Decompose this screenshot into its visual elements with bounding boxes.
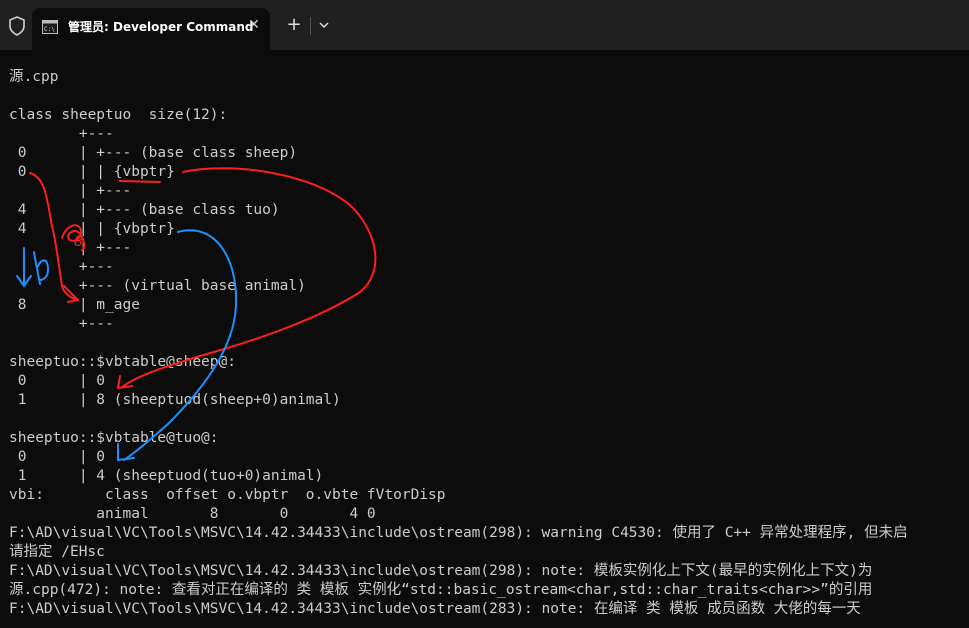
- console-line: class sheeptuo size(12):: [9, 107, 228, 123]
- console-line: 4 | +--- (base class tuo): [9, 202, 280, 218]
- console-line: +---: [9, 316, 114, 332]
- console-line: 0 | | {vbptr}: [9, 164, 175, 180]
- console-line: 0 | +--- (base class sheep): [9, 145, 298, 161]
- console-line: 0 | 0: [9, 449, 106, 465]
- console-line: | +---: [9, 183, 132, 199]
- console-line: F:\AD\visual\VC\Tools\MSVC\14.42.34433\i…: [9, 525, 908, 541]
- console-line: 0 | 0: [9, 373, 106, 389]
- console-line: 8 | m_age: [9, 297, 140, 313]
- shield-icon: [9, 16, 25, 36]
- new-tab-button[interactable]: +: [280, 12, 308, 40]
- tab-developer-command[interactable]: C:\ 管理员: Developer Command ✕: [32, 8, 270, 50]
- console-line: sheeptuo::$vbtable@tuo@:: [9, 430, 219, 446]
- console-line: animal 8 0 4 0: [9, 506, 376, 522]
- tab-separator: [310, 17, 311, 35]
- console-line: +---: [9, 126, 114, 142]
- console-line: +---: [9, 259, 114, 275]
- console-line: F:\AD\visual\VC\Tools\MSVC\14.42.34433\i…: [9, 563, 873, 579]
- console-line: 源.cpp: [9, 69, 59, 85]
- terminal-window: C:\ 管理员: Developer Command ✕ + 源.cpp clas…: [0, 0, 969, 628]
- terminal-icon: C:\: [42, 20, 58, 34]
- console-line: 4 | | {vbptr}: [9, 221, 175, 237]
- console-line: F:\AD\visual\VC\Tools\MSVC\14.42.34433\i…: [9, 601, 861, 617]
- console-line: 源.cpp(472): note: 查看对正在编译的 类 模板 实例化“std:…: [9, 582, 873, 598]
- tab-title: 管理员: Developer Command: [68, 20, 254, 34]
- console-line: 请指定 /EHsc: [9, 544, 105, 560]
- console-output[interactable]: 源.cpp class sheeptuo size(12): +--- 0 | +…: [9, 49, 969, 619]
- console-line: 1 | 4 (sheeptuod(tuo+0)animal): [9, 468, 324, 484]
- tab-bar: C:\ 管理员: Developer Command ✕ +: [0, 0, 969, 50]
- close-icon[interactable]: ✕: [246, 17, 262, 33]
- console-line: | +---: [9, 240, 132, 256]
- svg-text:C:\: C:\: [44, 26, 55, 33]
- console-line: 1 | 8 (sheeptuod(sheep+0)animal): [9, 392, 341, 408]
- chevron-down-icon[interactable]: [314, 14, 334, 36]
- console-line: vbi: class offset o.vbptr o.vbte fVtorDi…: [9, 487, 446, 503]
- console-line: +--- (virtual base animal): [9, 278, 306, 294]
- console-line: sheeptuo::$vbtable@sheep@:: [9, 354, 236, 370]
